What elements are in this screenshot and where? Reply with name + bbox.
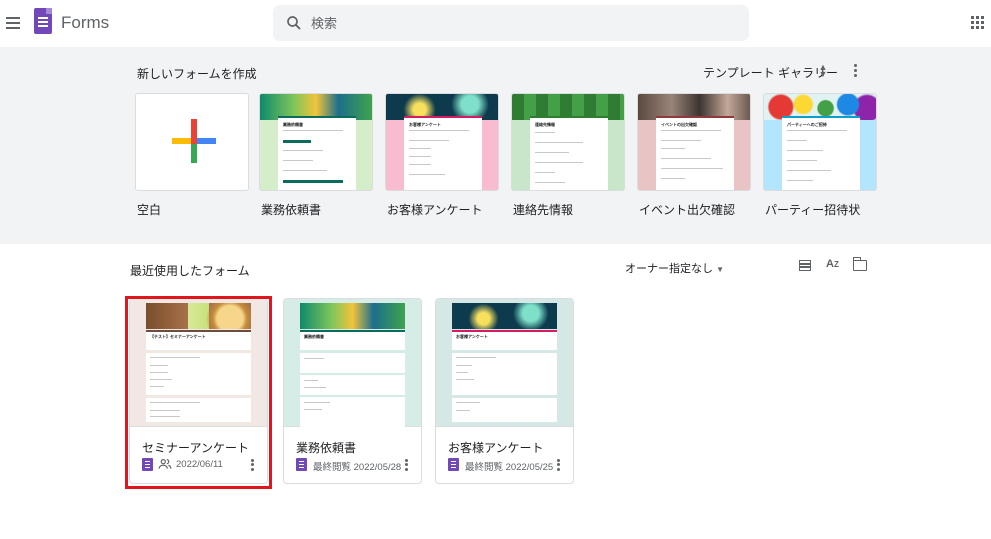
template-event-rsvp[interactable]: イベントの出欠確認 [637,93,751,191]
more-vert-icon[interactable] [849,62,861,78]
form-thumbnail: 業務依頼書 [284,299,421,427]
list-view-icon[interactable] [799,260,811,271]
forms-file-icon [448,458,459,471]
recent-forms-heading: 最近使用したフォーム [130,264,250,278]
kebab-icon[interactable] [554,457,562,473]
template-label[interactable]: お客様アンケート [387,201,483,218]
dropdown-arrow-icon: ▼ [716,265,724,274]
kebab-icon[interactable] [402,457,410,473]
unfold-icon[interactable]: ▲ ▼ [818,63,828,79]
template-label[interactable]: パーティー招待状 [765,201,860,218]
folder-icon[interactable] [852,257,867,271]
form-title: 業務依頼書 [296,441,357,455]
template-business-request[interactable]: 業務依頼書 [259,93,373,191]
menu-icon[interactable] [4,14,22,32]
template-section: 新しいフォームを作成 テンプレート ギャラリー ▲ ▼ 空白 業務依頼書 業務依頼… [0,47,991,244]
form-date: 最終閲覧 2022/05/28 [313,462,402,473]
recent-form-card[interactable]: お客様アンケート お客様アンケート 最終閲覧 2022/05/25 [435,298,574,484]
form-date: 最終閲覧 2022/05/25 [465,462,554,473]
template-blank[interactable] [135,93,249,191]
selection-highlight [125,296,272,489]
form-preview-title: 業務依頼書 [304,334,324,339]
sort-az-icon[interactable]: AZ [826,258,839,270]
template-preview-title: お客様アンケート [409,122,441,127]
template-heading: 新しいフォームを作成 [137,67,257,81]
recent-form-card[interactable]: 業務依頼書 業務依頼書 最終閲覧 2022/05/28 [283,298,422,484]
template-preview-title: 業務依頼書 [283,122,303,127]
template-preview-title: イベントの出欠確認 [661,122,697,127]
template-label[interactable]: 連絡先情報 [513,201,573,218]
form-thumbnail: お客様アンケート [436,299,573,427]
search-box[interactable] [273,5,749,41]
template-preview-title: 連絡先情報 [535,122,555,127]
owner-filter-dropdown[interactable]: オーナー指定なし ▼ [625,260,724,276]
owner-filter-label: オーナー指定なし [625,263,713,275]
search-input[interactable] [311,13,731,33]
template-party-invite[interactable]: パーティーへのご招待 [763,93,877,191]
apps-grid-icon[interactable] [971,16,985,30]
plus-icon [172,119,216,163]
template-customer-survey[interactable]: お客様アンケート [385,93,499,191]
top-bar: Forms [0,0,991,47]
form-title: お客様アンケート [448,441,544,455]
search-icon[interactable] [285,14,303,32]
forms-file-icon [296,458,307,471]
template-label[interactable]: 業務依頼書 [261,201,321,218]
template-label[interactable]: イベント出欠確認 [639,201,735,218]
template-contact-info[interactable]: 連絡先情報 [511,93,625,191]
form-preview-title: お客様アンケート [456,334,488,339]
forms-logo-icon[interactable] [34,8,52,34]
template-preview-title: パーティーへのご招待 [787,122,827,127]
app-name[interactable]: Forms [61,13,109,33]
template-label[interactable]: 空白 [137,201,161,218]
